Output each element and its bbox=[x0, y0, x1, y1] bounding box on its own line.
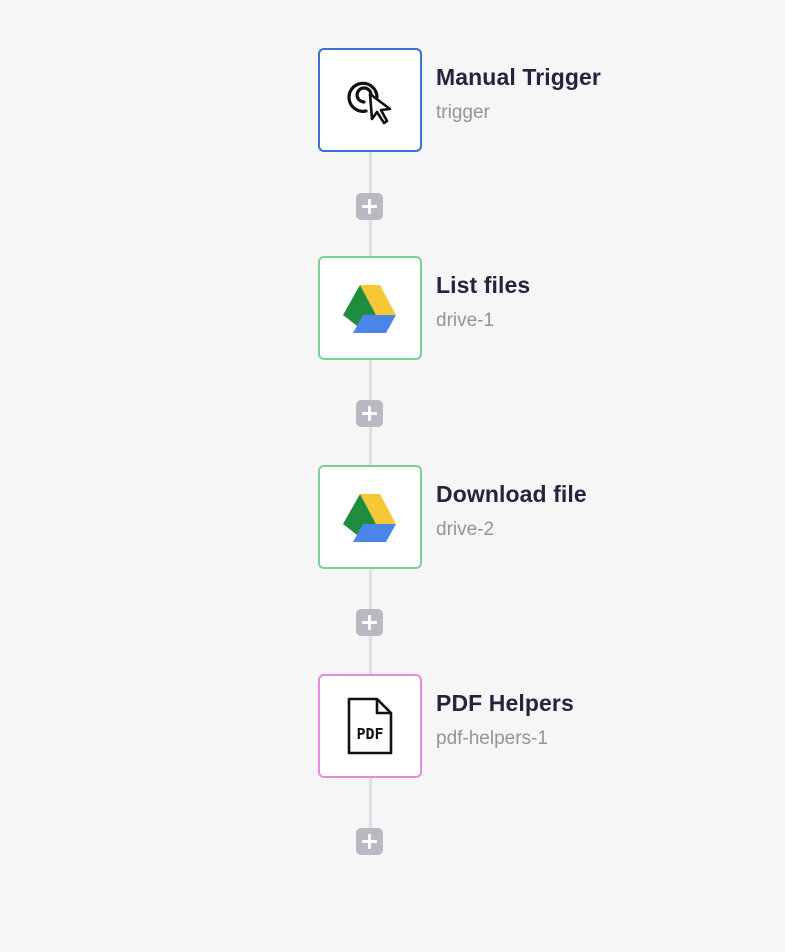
workflow-canvas: Manual Trigger trigger List files drive-… bbox=[0, 0, 785, 952]
node-label-download-file: Download file drive-2 bbox=[436, 481, 587, 541]
connector-line bbox=[369, 776, 372, 829]
node-title: PDF Helpers bbox=[436, 690, 574, 716]
node-list-files[interactable] bbox=[318, 256, 422, 360]
node-pdf-helpers[interactable]: PDF bbox=[318, 674, 422, 778]
google-drive-icon bbox=[339, 277, 401, 339]
node-label-list-files: List files drive-1 bbox=[436, 272, 530, 332]
node-label-pdf-helpers: PDF Helpers pdf-helpers-1 bbox=[436, 690, 574, 750]
node-download-file[interactable] bbox=[318, 465, 422, 569]
node-subtitle: trigger bbox=[436, 102, 490, 123]
node-manual-trigger[interactable] bbox=[318, 48, 422, 152]
node-title: Manual Trigger bbox=[436, 64, 601, 90]
node-title: Download file bbox=[436, 481, 587, 507]
pdf-file-icon: PDF bbox=[339, 695, 401, 757]
pdf-icon-label: PDF bbox=[356, 725, 383, 743]
add-step-button[interactable] bbox=[356, 609, 383, 636]
google-drive-icon bbox=[339, 486, 401, 548]
node-subtitle: drive-1 bbox=[436, 310, 495, 331]
node-subtitle: pdf-helpers-1 bbox=[436, 728, 548, 749]
add-step-button[interactable] bbox=[356, 400, 383, 427]
cursor-click-icon bbox=[339, 69, 401, 131]
add-step-button[interactable] bbox=[356, 193, 383, 220]
node-subtitle: drive-2 bbox=[436, 519, 495, 540]
node-label-manual-trigger: Manual Trigger trigger bbox=[436, 64, 601, 124]
add-step-button[interactable] bbox=[356, 828, 383, 855]
node-title: List files bbox=[436, 272, 531, 298]
